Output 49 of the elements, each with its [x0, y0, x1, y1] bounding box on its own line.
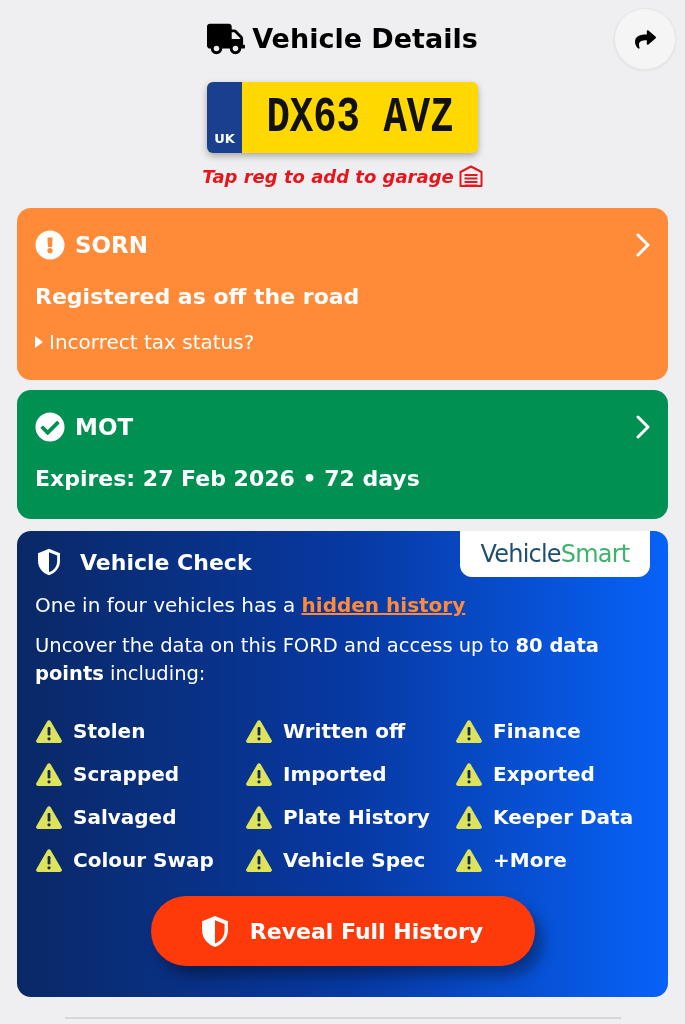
shield-icon [201, 915, 228, 947]
warning-icon [456, 848, 482, 872]
registration-text: DX63 AVZ [266, 91, 454, 144]
garage-hint: Tap reg to add to garage [202, 165, 454, 187]
data-point-label: Written off [283, 719, 406, 743]
status-detail: Expires: 27 Feb 2026 • 72 days [35, 465, 421, 493]
data-point-label: Finance [493, 719, 581, 743]
disclosure-link[interactable]: Incorrect tax status? [35, 330, 255, 354]
garage-icon [458, 165, 483, 187]
status-title: SORN [75, 232, 150, 258]
teaser-text: One in four vehicles has a hidden history [35, 592, 467, 618]
page-title: Vehicle Details [252, 22, 478, 56]
warning-icon [246, 719, 272, 743]
data-point-label: Stolen [73, 719, 146, 743]
data-point-label: Colour Swap [73, 848, 214, 872]
card-title: Vehicle Check [80, 549, 252, 575]
share-button[interactable] [614, 8, 676, 70]
data-point-label: Scrapped [73, 762, 180, 786]
data-point-label: Imported [283, 762, 387, 786]
status-detail: Registered as off the road [35, 283, 361, 311]
warning-icon [456, 762, 482, 786]
chevron-right-icon [636, 233, 650, 257]
data-point-label: Salvaged [73, 805, 177, 829]
data-point-label: Vehicle Spec [283, 848, 426, 872]
warning-icon [246, 762, 272, 786]
data-point-label: Plate History [283, 805, 430, 829]
share-icon [634, 28, 656, 50]
brand-logo: VehicleSmart [460, 531, 650, 577]
number-plate[interactable]: UK DX63 AVZ [207, 82, 478, 153]
warning-icon [36, 762, 62, 786]
shield-icon [38, 548, 60, 576]
data-point-label: Exported [493, 762, 595, 786]
data-point-label: Keeper Data [493, 805, 634, 829]
status-title: MOT [75, 414, 135, 440]
chevron-right-icon [636, 415, 650, 439]
data-point-label: +More [493, 848, 567, 872]
warning-icon [246, 805, 272, 829]
warning-icon [36, 719, 62, 743]
status-card[interactable]: SORN Registered as off the road Incorrect tax status? [17, 208, 668, 380]
warning-icon [246, 848, 272, 872]
warning-icon [456, 719, 482, 743]
reveal-history-button[interactable]: Reveal Full History [150, 896, 535, 966]
description-text: Uncover the data on this FORD and access up to 80 data points including: [35, 633, 600, 687]
warning-icon [36, 848, 62, 872]
status-card[interactable]: MOT Expires: 27 Feb 2026 • 72 days [17, 390, 668, 519]
hidden-history-link[interactable]: hidden history [301, 593, 466, 617]
warning-icon [36, 805, 62, 829]
country-band: UK [207, 82, 242, 153]
warning-icon [456, 805, 482, 829]
